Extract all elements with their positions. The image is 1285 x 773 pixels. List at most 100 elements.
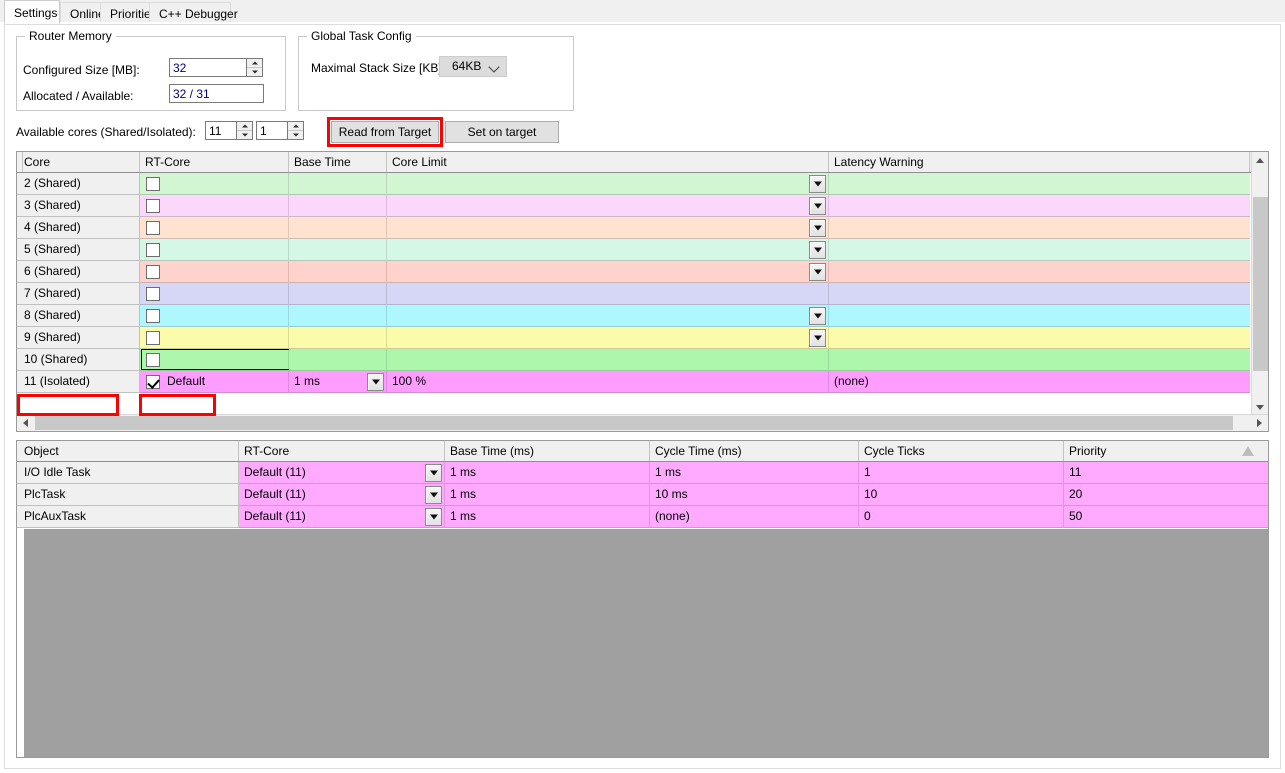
core-grid-header-latency[interactable]: Latency Warning xyxy=(829,152,1250,172)
task-grid-header-cycletime[interactable]: Cycle Time (ms) xyxy=(650,441,859,461)
task-grid-header-rtcore[interactable]: RT-Core xyxy=(239,441,445,461)
configured-size-spinner-down[interactable] xyxy=(247,68,262,76)
core-grid-vscrollbar[interactable] xyxy=(1251,152,1268,416)
core-cell-rtcore[interactable] xyxy=(140,327,289,349)
core-cell-core[interactable]: 2 (Shared) xyxy=(19,173,140,195)
core-grid-row[interactable]: 8 (Shared) xyxy=(17,305,1253,327)
core-cell-corelimit[interactable] xyxy=(387,261,829,283)
core-cell-rtcore[interactable] xyxy=(140,217,289,239)
core-cell-latency[interactable] xyxy=(829,349,1250,371)
task-grid-row[interactable]: I/O Idle Task Default (11) 1 ms 1 ms 1 11 xyxy=(17,462,1268,484)
core-cell-rtcore[interactable] xyxy=(140,283,289,305)
task-cell-basetime[interactable]: 1 ms xyxy=(445,484,650,506)
scroll-left-button[interactable] xyxy=(17,415,34,431)
core-grid-vscroll-thumb[interactable] xyxy=(1253,197,1268,371)
read-from-target-button[interactable]: Read from Target xyxy=(331,121,439,143)
core-grid-header-rtcore[interactable]: RT-Core xyxy=(140,152,289,172)
task-cell-object[interactable]: PlcAuxTask xyxy=(19,506,239,528)
core-cell-basetime[interactable] xyxy=(289,239,387,261)
tab-settings[interactable]: Settings xyxy=(4,0,60,24)
shared-cores-spinner-down[interactable] xyxy=(237,131,252,139)
core-cell-rtcore[interactable] xyxy=(140,173,289,195)
core-grid-header-core[interactable]: Core xyxy=(19,152,140,172)
core-cell-corelimit[interactable] xyxy=(387,283,829,305)
set-on-target-button[interactable]: Set on target xyxy=(445,121,559,143)
task-cell-cycleticks[interactable]: 1 xyxy=(859,462,1064,484)
task-grid-header-object[interactable]: Object xyxy=(19,441,239,461)
core-cell-rtcore[interactable] xyxy=(140,305,289,327)
core-cell-latency[interactable] xyxy=(829,261,1250,283)
core-cell-corelimit[interactable]: 100 % xyxy=(387,371,829,393)
rtcore-checkbox[interactable] xyxy=(146,287,160,301)
max-stack-size-combo[interactable]: 64KB xyxy=(439,56,507,77)
core-cell-basetime[interactable] xyxy=(289,195,387,217)
core-grid-row[interactable]: 7 (Shared) xyxy=(17,283,1253,305)
configured-size-spinner-up[interactable] xyxy=(247,59,262,68)
core-cell-corelimit[interactable] xyxy=(387,217,829,239)
core-cell-basetime[interactable] xyxy=(289,217,387,239)
core-cell-core[interactable]: 6 (Shared) xyxy=(19,261,140,283)
core-grid-row[interactable]: 9 (Shared) xyxy=(17,327,1253,349)
rtcore-checkbox[interactable] xyxy=(146,221,160,235)
task-cell-rtcore[interactable]: Default (11) xyxy=(239,484,445,506)
core-cell-latency[interactable] xyxy=(829,283,1250,305)
core-cell-latency[interactable] xyxy=(829,173,1250,195)
core-limit-dropdown-button[interactable] xyxy=(809,197,826,215)
rtcore-checkbox[interactable] xyxy=(146,309,160,323)
task-cell-cycletime[interactable]: 10 ms xyxy=(650,484,859,506)
task-cell-object[interactable]: PlcTask xyxy=(19,484,239,506)
core-limit-dropdown-button[interactable] xyxy=(809,329,826,347)
sort-ascending-icon[interactable] xyxy=(1242,446,1254,456)
core-limit-dropdown-button[interactable] xyxy=(809,175,826,193)
configured-size-spinner[interactable] xyxy=(246,58,263,77)
rtcore-checkbox[interactable] xyxy=(146,177,160,191)
core-cell-latency[interactable]: (none) xyxy=(829,371,1250,393)
core-cell-corelimit[interactable] xyxy=(387,239,829,261)
scroll-up-button[interactable] xyxy=(1252,152,1268,169)
core-cell-core[interactable]: 8 (Shared) xyxy=(19,305,140,327)
core-cell-core[interactable]: 10 (Shared) xyxy=(19,349,140,371)
core-cell-latency[interactable] xyxy=(829,239,1250,261)
core-cell-corelimit[interactable] xyxy=(387,173,829,195)
configured-size-input[interactable] xyxy=(169,58,247,77)
core-cell-rtcore[interactable] xyxy=(140,195,289,217)
isolated-cores-spinner[interactable] xyxy=(287,121,304,140)
task-cell-priority[interactable]: 11 xyxy=(1064,462,1268,484)
core-limit-dropdown-button[interactable] xyxy=(809,263,826,281)
core-cell-corelimit[interactable] xyxy=(387,327,829,349)
core-grid-row[interactable]: 4 (Shared) xyxy=(17,217,1253,239)
rtcore-checkbox[interactable] xyxy=(146,243,160,257)
rtcore-checkbox[interactable] xyxy=(146,331,160,345)
core-cell-basetime[interactable] xyxy=(289,305,387,327)
task-cell-cycletime[interactable]: 1 ms xyxy=(650,462,859,484)
shared-cores-input[interactable] xyxy=(205,121,237,140)
rtcore-checkbox[interactable] xyxy=(146,375,160,389)
core-cell-core[interactable]: 3 (Shared) xyxy=(19,195,140,217)
core-limit-dropdown-button[interactable] xyxy=(809,307,826,325)
isolated-cores-input[interactable] xyxy=(256,121,288,140)
shared-cores-spinner-up[interactable] xyxy=(237,122,252,131)
task-grid-header-priority[interactable]: Priority xyxy=(1064,441,1268,461)
task-grid-header-cycleticks[interactable]: Cycle Ticks xyxy=(859,441,1064,461)
rtcore-checkbox[interactable] xyxy=(146,265,160,279)
task-rtcore-dropdown-button[interactable] xyxy=(425,508,442,526)
task-cell-basetime[interactable]: 1 ms xyxy=(445,462,650,484)
task-cell-rtcore[interactable]: Default (11) xyxy=(239,462,445,484)
core-cell-latency[interactable] xyxy=(829,195,1250,217)
tab-priorities[interactable]: Priorities xyxy=(100,2,157,23)
core-cell-latency[interactable] xyxy=(829,217,1250,239)
core-cell-core[interactable]: 5 (Shared) xyxy=(19,239,140,261)
task-cell-cycleticks[interactable]: 10 xyxy=(859,484,1064,506)
task-cell-priority[interactable]: 20 xyxy=(1064,484,1268,506)
task-cell-object[interactable]: I/O Idle Task xyxy=(19,462,239,484)
core-cell-latency[interactable] xyxy=(829,305,1250,327)
tab-cpp-debugger[interactable]: C++ Debugger xyxy=(149,2,238,23)
task-cell-rtcore[interactable]: Default (11) xyxy=(239,506,445,528)
task-grid-row[interactable]: PlcTask Default (11) 1 ms 10 ms 10 20 xyxy=(17,484,1268,506)
task-grid-header-basetime[interactable]: Base Time (ms) xyxy=(445,441,650,461)
core-cell-corelimit[interactable] xyxy=(387,195,829,217)
task-cell-priority[interactable]: 50 xyxy=(1064,506,1268,528)
core-cell-core[interactable]: 4 (Shared) xyxy=(19,217,140,239)
core-cell-core[interactable]: 11 (Isolated) xyxy=(19,371,140,393)
core-cell-core[interactable]: 9 (Shared) xyxy=(19,327,140,349)
